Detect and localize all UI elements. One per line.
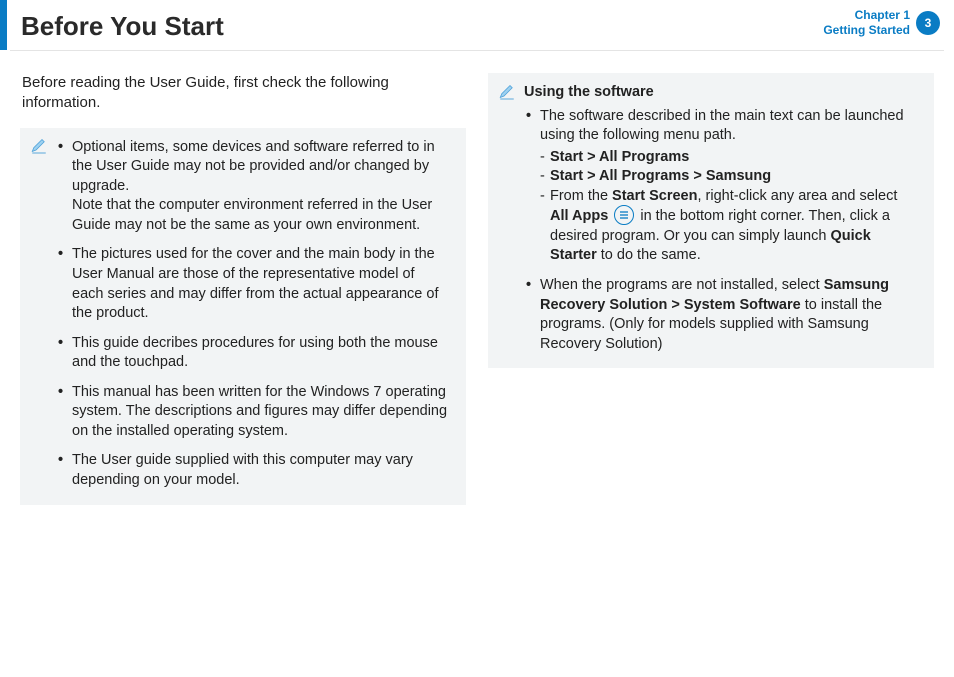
note-item: The pictures used for the cover and the … [58, 245, 450, 323]
start-screen-label: Start Screen [612, 188, 697, 204]
page-title: Before You Start [7, 6, 224, 44]
note-item: When the programs are not installed, sel… [526, 276, 918, 354]
note-text: This guide decribes procedures for using… [72, 335, 438, 371]
left-column: Before reading the User Guide, first che… [20, 73, 466, 505]
sub-paths: Start > All Programs Start > All Program… [540, 148, 918, 266]
note-text: The software described in the main text … [540, 108, 904, 144]
page-number: 3 [925, 15, 932, 31]
note-item: The software described in the main text … [526, 107, 918, 266]
notes-box-right: Using the software The software describe… [488, 73, 934, 368]
menu-path: Start > All Programs [540, 148, 918, 168]
path-segment: All Programs [599, 149, 689, 165]
note-item: The User guide supplied with this comput… [58, 451, 450, 490]
path-segment: All Programs [599, 168, 689, 184]
note-title: Using the software [524, 83, 918, 103]
system-software-label: System Software [684, 297, 801, 313]
chapter-info: Chapter 1 Getting Started [823, 8, 910, 38]
instruction-line: From the Start Screen, right-click any a… [540, 187, 918, 266]
all-apps-icon [614, 205, 634, 225]
note-text: Optional items, some devices and softwar… [72, 139, 435, 194]
text: , right-click any area and select [697, 188, 897, 204]
text: to do the same. [597, 247, 701, 263]
note-item: This manual has been written for the Win… [58, 383, 450, 442]
path-segment: Samsung [706, 168, 771, 184]
text: From the [550, 188, 612, 204]
notes-list-right: The software described in the main text … [526, 107, 918, 355]
page-header: Before You Start Chapter 1 Getting Start… [0, 0, 954, 50]
note-subtext: Note that the computer environment refer… [72, 197, 432, 233]
note-item: This guide decribes procedures for using… [58, 334, 450, 373]
intro-text: Before reading the User Guide, first che… [20, 73, 466, 114]
path-segment: Start [550, 168, 583, 184]
notes-box-left: Optional items, some devices and softwar… [20, 128, 466, 505]
note-pencil-icon [30, 138, 48, 156]
note-item: Optional items, some devices and softwar… [58, 138, 450, 236]
right-column: Using the software The software describe… [488, 73, 934, 505]
menu-path: Start > All Programs > Samsung [540, 167, 918, 187]
note-text: This manual has been written for the Win… [72, 384, 447, 439]
path-sep: > [689, 168, 706, 184]
path-segment: Start [550, 149, 583, 165]
text: When the programs are not installed, sel… [540, 277, 824, 293]
path-sep: > [583, 149, 599, 165]
content-columns: Before reading the User Guide, first che… [0, 51, 954, 505]
header-meta: Chapter 1 Getting Started 3 [823, 6, 944, 38]
all-apps-label: All Apps [550, 208, 608, 224]
chapter-title: Getting Started [823, 23, 910, 38]
note-text: The User guide supplied with this comput… [72, 452, 413, 488]
note-text: The pictures used for the cover and the … [72, 246, 438, 321]
path-sep: > [667, 297, 684, 313]
notes-list-left: Optional items, some devices and softwar… [58, 138, 450, 491]
page-number-badge: 3 [916, 11, 940, 35]
chapter-number: Chapter 1 [823, 8, 910, 23]
path-sep: > [583, 168, 599, 184]
note-pencil-icon [498, 84, 516, 102]
